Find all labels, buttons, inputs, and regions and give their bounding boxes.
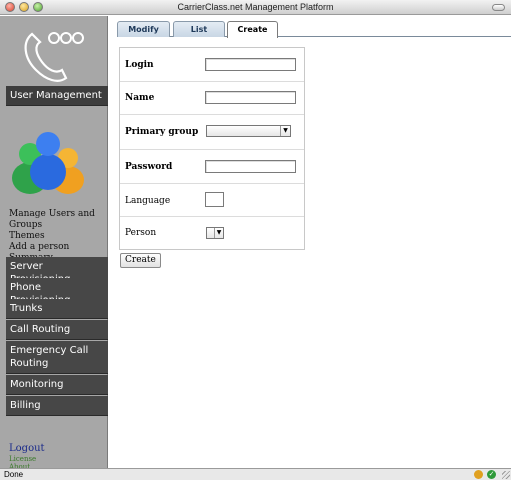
- logout-link[interactable]: Logout: [9, 443, 45, 454]
- status-bar: Done ✓: [0, 468, 511, 480]
- user-management-sublinks: Manage Users and Groups Themes Add a per…: [9, 209, 107, 264]
- name-label: Name: [125, 93, 155, 103]
- person-label: Person: [125, 228, 157, 238]
- password-row: Password: [120, 150, 304, 184]
- primary-group-row: Primary group ▼: [120, 115, 304, 150]
- resize-grip-icon[interactable]: [502, 471, 510, 479]
- sidebar-item-trunks[interactable]: Trunks: [6, 299, 108, 319]
- status-text: Done: [4, 470, 24, 479]
- sidebar-item-emergency-call-routing[interactable]: Emergency Call Routing: [6, 341, 108, 374]
- login-row: Login: [120, 48, 304, 82]
- password-input[interactable]: [205, 160, 296, 173]
- checkmark-icon[interactable]: ✓: [487, 470, 496, 479]
- sidebar: User Management Manage Users and Groups …: [0, 16, 108, 471]
- zoom-window-button[interactable]: [33, 2, 43, 12]
- create-user-form: Login Name Primary group ▼ Password Lang…: [119, 47, 305, 250]
- person-row: Person ▼: [120, 217, 304, 250]
- toolbar-toggle-button[interactable]: [492, 4, 505, 11]
- primary-group-label: Primary group: [125, 127, 199, 137]
- sidebar-item-user-management[interactable]: User Management: [6, 86, 108, 106]
- sidebar-item-billing[interactable]: Billing: [6, 396, 108, 416]
- sidebar-item-call-routing[interactable]: Call Routing: [6, 320, 108, 340]
- phone-handset-logo-icon: [24, 32, 84, 82]
- tab-create[interactable]: Create: [227, 21, 278, 38]
- primary-group-select[interactable]: ▼: [206, 125, 291, 137]
- tab-list[interactable]: List: [173, 21, 225, 37]
- close-window-button[interactable]: [5, 2, 15, 12]
- sidebar-item-monitoring[interactable]: Monitoring: [6, 375, 108, 395]
- login-label: Login: [125, 60, 154, 70]
- name-row: Name: [120, 82, 304, 115]
- create-button[interactable]: Create: [120, 253, 161, 268]
- sublink-themes[interactable]: Themes: [9, 231, 107, 242]
- chevron-down-icon: ▼: [280, 126, 290, 136]
- sublink-add-person[interactable]: Add a person: [9, 242, 107, 253]
- users-group-icon: [12, 132, 84, 194]
- language-row: Language: [120, 184, 304, 217]
- license-link[interactable]: License: [9, 455, 36, 463]
- window-title-bar: CarrierClass.net Management Platform: [0, 0, 511, 15]
- language-label: Language: [125, 196, 171, 206]
- minimize-window-button[interactable]: [19, 2, 29, 12]
- window-title: CarrierClass.net Management Platform: [177, 2, 334, 12]
- password-label: Password: [125, 162, 173, 172]
- sublink-manage-users[interactable]: Manage Users and Groups: [9, 209, 107, 231]
- tab-modify[interactable]: Modify: [117, 21, 170, 37]
- person-select[interactable]: ▼: [206, 227, 224, 239]
- name-input[interactable]: [205, 91, 296, 104]
- login-input[interactable]: [205, 58, 296, 71]
- language-input[interactable]: [205, 192, 224, 207]
- chevron-down-icon: ▼: [214, 228, 223, 238]
- warning-icon[interactable]: [474, 470, 483, 479]
